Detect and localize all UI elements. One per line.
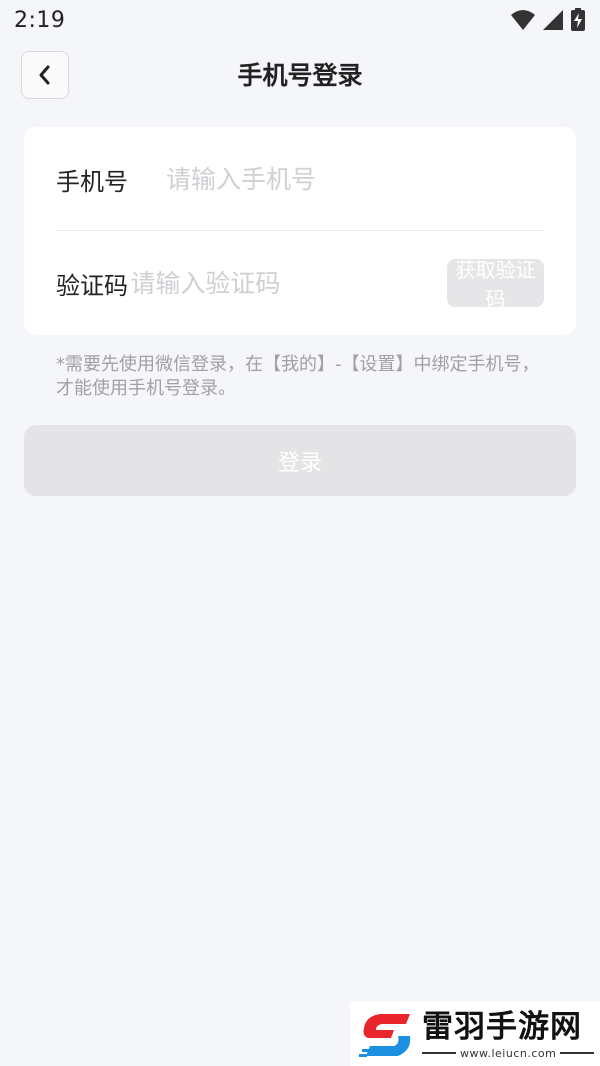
status-bar: 2:19 bbox=[0, 0, 600, 40]
hint-text: *需要先使用微信登录，在【我的】-【设置】中绑定手机号，才能使用手机号登录。 bbox=[56, 354, 540, 399]
watermark-logo-icon bbox=[359, 1014, 411, 1057]
header: 手机号登录 bbox=[0, 44, 600, 106]
get-code-button[interactable]: 获取验证码 bbox=[447, 258, 544, 311]
phone-label: 手机号 bbox=[56, 167, 128, 196]
status-time: 2:19 bbox=[14, 7, 66, 33]
code-input[interactable] bbox=[130, 259, 448, 307]
watermark-brand: 雷羽手游网 bbox=[422, 1008, 582, 1045]
watermark-url-line: www.leiucn.com bbox=[422, 1046, 595, 1060]
code-label: 验证码 bbox=[56, 271, 128, 300]
watermark-rule bbox=[560, 1052, 595, 1054]
login-form-card: 手机号 验证码 获取验证码 bbox=[24, 127, 576, 335]
watermark-url: www.leiucn.com bbox=[460, 1046, 557, 1060]
watermark-text: 雷羽手游网 www.leiucn.com bbox=[422, 1008, 595, 1060]
login-button[interactable]: 登录 bbox=[24, 425, 576, 496]
wifi-icon bbox=[511, 10, 535, 30]
login-screen: 2:19 手机号登录 手机号 请输入手机号 验证码 请输入验证码 获取验证码 *… bbox=[0, 0, 600, 1066]
watermark-rule bbox=[422, 1052, 456, 1054]
watermark: 雷羽手游网 www.leiucn.com bbox=[350, 1002, 600, 1066]
signal-icon bbox=[543, 10, 563, 30]
status-icons bbox=[510, 8, 586, 32]
battery-charging-icon bbox=[571, 8, 585, 31]
phone-input[interactable] bbox=[166, 155, 544, 203]
phone-row: 手机号 bbox=[56, 127, 544, 231]
code-row: 验证码 获取验证码 bbox=[56, 231, 544, 335]
page-title: 手机号登录 bbox=[237, 61, 363, 90]
